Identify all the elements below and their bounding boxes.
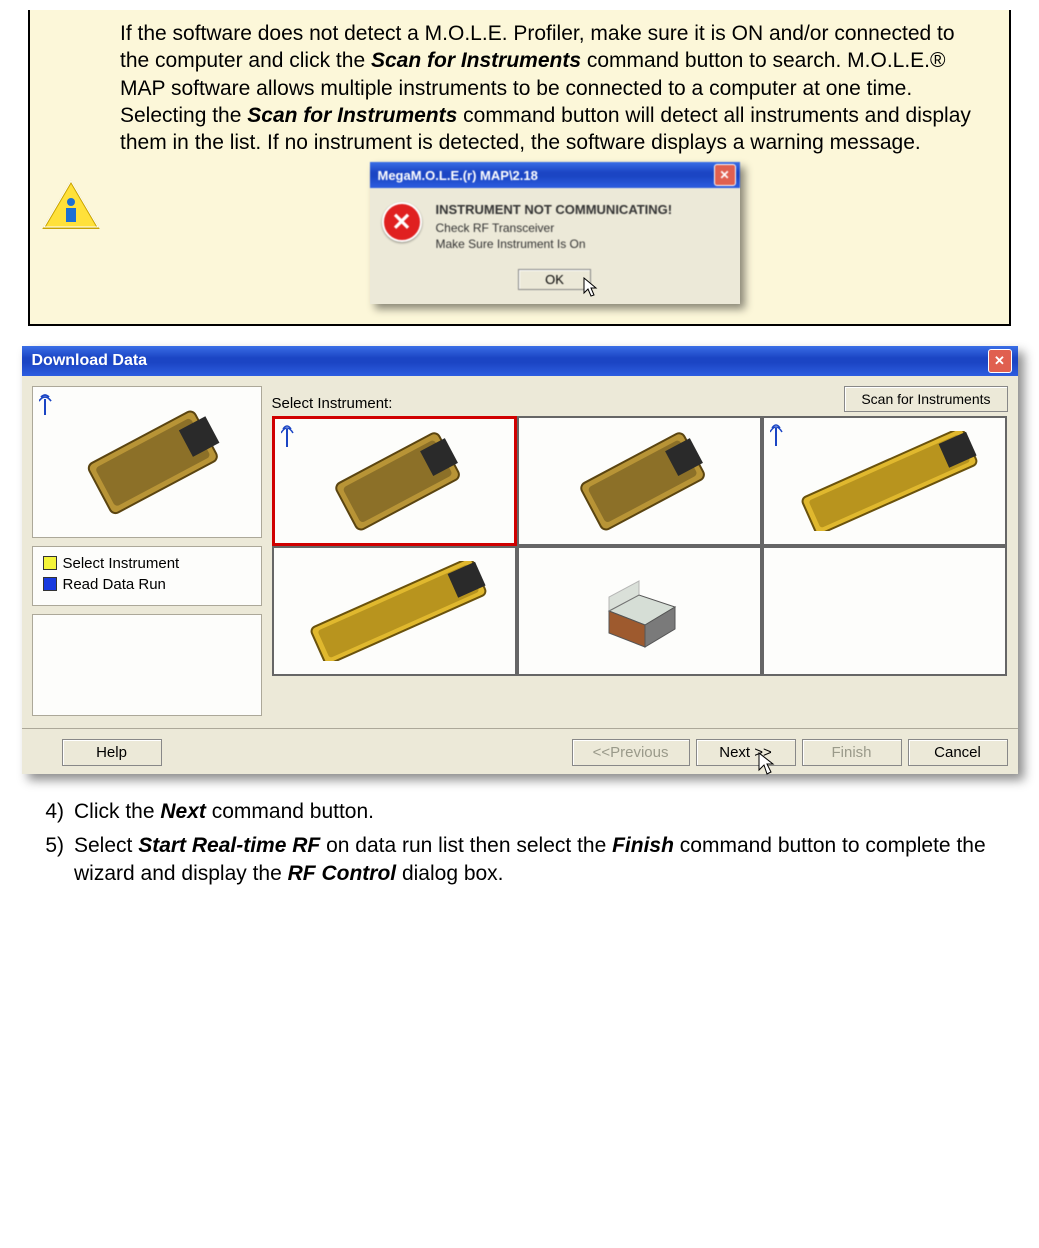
rf-antenna-icon [770,424,790,452]
device-preview-icon [62,407,232,517]
device-icon [579,561,699,661]
error-icon: ✕ [382,202,422,242]
messagebox-line: Check RF Transceiver [436,221,673,237]
wizard-button-row: Help <<Previous Next >> Finish Cancel [22,728,1018,774]
instrument-cell[interactable] [517,416,762,546]
dialog-sidebar: Select Instrument Read Data Run [32,386,262,716]
warning-messagebox: MegaM.O.L.E.(r) MAP\2.18 ✕ ✕ INSTRUMENT … [370,162,740,303]
text-fragment: command button. [206,800,374,823]
cancel-button[interactable]: Cancel [908,739,1008,766]
step-label: Select Instrument [63,555,180,572]
device-icon [785,431,985,531]
close-icon[interactable]: ✕ [988,349,1012,373]
step-marker-icon [43,556,57,570]
ok-button[interactable]: OK [518,269,591,290]
info-note-box: If the software does not detect a M.O.L.… [28,10,1011,326]
instrument-cell[interactable] [762,416,1007,546]
instruction-step: 5) Select Start Real-time RF on data run… [38,832,1001,889]
messagebox-title: MegaM.O.L.E.(r) MAP\2.18 [378,168,538,183]
instrument-cell[interactable] [272,416,517,546]
note-text-bold: Scan for Instruments [371,49,581,72]
info-triangle-icon [42,180,100,238]
instrument-cell[interactable] [517,546,762,676]
device-icon [554,431,724,531]
instruction-steps: 4) Click the Next command button. 5) Sel… [38,798,1001,889]
device-icon [294,561,494,661]
dialog-title: Download Data [32,352,148,370]
note-text: If the software does not detect a M.O.L.… [120,20,989,156]
text-bold: RF Control [288,862,396,885]
step-number: 5) [38,832,64,889]
text-fragment: on data run list then select the [320,834,612,857]
wizard-step: Select Instrument [43,555,251,572]
messagebox-text: INSTRUMENT NOT COMMUNICATING! Check RF T… [436,202,673,252]
step-label: Read Data Run [63,576,166,593]
wizard-steps-list: Select Instrument Read Data Run [32,546,262,606]
finish-button: Finish [802,739,902,766]
rf-antenna-icon [281,425,301,453]
step-text: Select Start Real-time RF on data run li… [74,832,1001,889]
device-icon [309,431,479,531]
text-fragment: dialog box. [396,862,503,885]
select-instrument-label: Select Instrument: [272,395,393,412]
text-fragment: Select [74,834,138,857]
instrument-grid [272,416,1008,676]
scan-for-instruments-button[interactable]: Scan for Instruments [844,386,1007,412]
sidebar-preview [32,386,262,538]
text-bold: Next [160,800,206,823]
next-button[interactable]: Next >> [696,739,796,766]
note-text-bold: Scan for Instruments [247,104,457,127]
wizard-step: Read Data Run [43,576,251,593]
cursor-icon [583,277,601,299]
step-marker-icon [43,577,57,591]
instruction-step: 4) Click the Next command button. [38,798,1001,826]
dialog-titlebar: Download Data ✕ [22,346,1018,376]
messagebox-header: INSTRUMENT NOT COMMUNICATING! [436,202,673,217]
download-data-dialog: Download Data ✕ Select Ins [22,346,1018,774]
close-icon[interactable]: ✕ [714,164,736,186]
text-fragment: Click the [74,800,160,823]
step-number: 4) [38,798,64,826]
instrument-cell[interactable] [272,546,517,676]
step-text: Click the Next command button. [74,798,374,826]
previous-button: <<Previous [572,739,690,766]
text-bold: Start Real-time RF [138,834,320,857]
rf-antenna-icon [39,393,59,421]
dialog-main: Select Instrument: Scan for Instruments [272,386,1008,716]
text-bold: Finish [612,834,674,857]
instrument-cell-empty[interactable] [762,546,1007,676]
sidebar-info-box [32,614,262,716]
messagebox-titlebar: MegaM.O.L.E.(r) MAP\2.18 ✕ [370,162,740,188]
help-button[interactable]: Help [62,739,162,766]
messagebox-line: Make Sure Instrument Is On [436,237,673,253]
